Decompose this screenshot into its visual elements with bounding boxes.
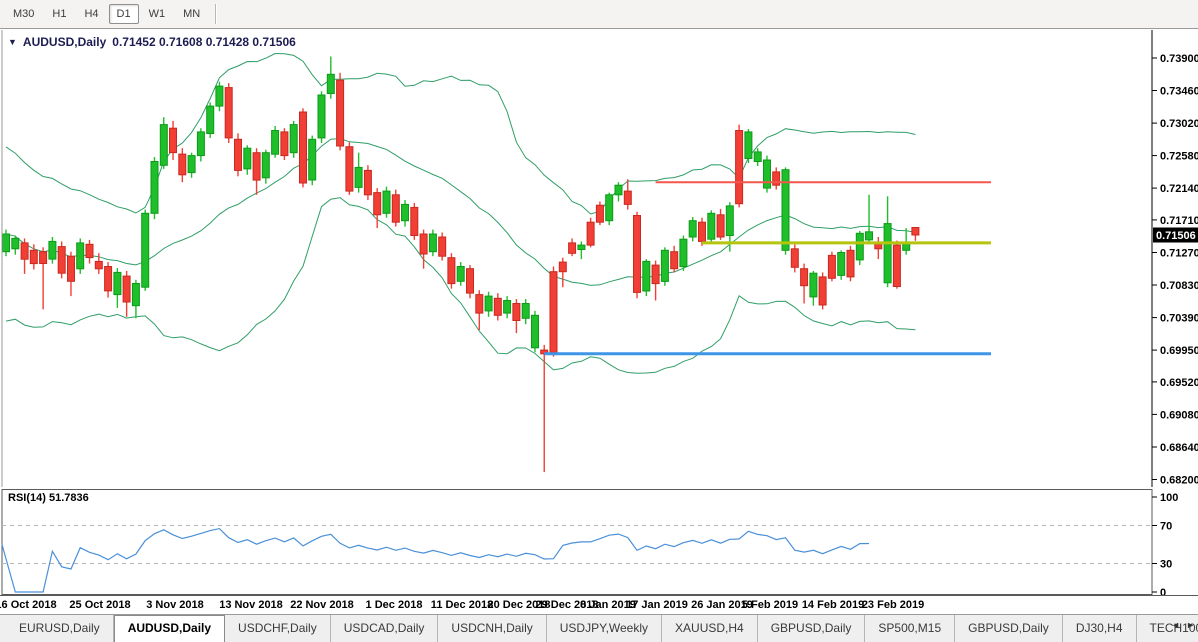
chart-tab-usdjpy-5[interactable]: USDJPY,Weekly xyxy=(547,615,663,642)
current-price-badge: 0.71506 xyxy=(1153,227,1198,243)
svg-text:0.68640: 0.68640 xyxy=(1160,442,1198,454)
svg-text:0.69080: 0.69080 xyxy=(1160,409,1198,421)
timeframe-button-d1[interactable]: D1 xyxy=(108,4,139,24)
chart-tab-gbpusd-9[interactable]: GBPUSD,Daily xyxy=(955,615,1063,642)
price-axis: 0.73900 0.73460 0.73020 0.72580 0.72140 0.717… xyxy=(1,30,1198,487)
svg-text:0.73020: 0.73020 xyxy=(1160,118,1198,130)
svg-text:0.71270: 0.71270 xyxy=(1160,248,1198,260)
chart-tab-dj30-10[interactable]: DJ30,H4 xyxy=(1063,615,1137,642)
time-axis-label: 11 Dec 2018 xyxy=(430,599,494,611)
chart-symbol-label: AUDUSD,Daily xyxy=(22,35,107,49)
time-axis-label: 3 Nov 2018 xyxy=(146,599,204,611)
main-price-chart[interactable]: 0.73900 0.73460 0.73020 0.72580 0.72140 0.717… xyxy=(0,30,1198,488)
svg-text:30: 30 xyxy=(1160,559,1172,571)
svg-text:0.70830: 0.70830 xyxy=(1160,280,1198,292)
chart-tab-usdchf-2[interactable]: USDCHF,Daily xyxy=(225,615,331,642)
chart-tab-gbpusd-7[interactable]: GBPUSD,Daily xyxy=(758,615,866,642)
time-axis-label: 13 Nov 2018 xyxy=(219,599,283,611)
svg-text:0.70390: 0.70390 xyxy=(1160,313,1198,325)
tab-scroll-right-icon[interactable]: ► xyxy=(1186,620,1195,630)
chart-tab-sp500-8[interactable]: SP500,M15 xyxy=(865,615,956,642)
svg-text:0.71710: 0.71710 xyxy=(1160,215,1198,227)
timeframe-button-m30[interactable]: M30 xyxy=(5,4,42,24)
time-axis-label: 16 Oct 2018 xyxy=(0,599,57,611)
time-axis-label: 5 Feb 2019 xyxy=(741,599,799,611)
svg-text:0.72580: 0.72580 xyxy=(1160,151,1198,163)
svg-text:0: 0 xyxy=(1160,587,1166,595)
rsi-axis: 100 70 30 0 xyxy=(1152,492,1178,595)
rsi-indicator-panel[interactable]: 100 70 30 0 xyxy=(0,489,1198,595)
chart-tab-usdcad-3[interactable]: USDCAD,Daily xyxy=(331,615,439,642)
svg-text:0.68200: 0.68200 xyxy=(1160,475,1198,487)
toolbar-separator xyxy=(215,4,218,24)
timeframe-toolbar: M30 H1 H4 D1 W1 MN xyxy=(0,0,1198,29)
rsi-line xyxy=(1,527,870,593)
chart-tab-eurusd-0[interactable]: EURUSD,Daily xyxy=(6,615,114,642)
chart-tab-bar: EURUSD,Daily AUDUSD,Daily USDCHF,Daily USDC… xyxy=(0,614,1198,642)
svg-text:0.73460: 0.73460 xyxy=(1160,86,1198,98)
rsi-canvas[interactable]: 100 70 30 0 xyxy=(0,489,1198,595)
time-axis-label: 17 Jan 2019 xyxy=(626,599,688,611)
svg-text:0.69520: 0.69520 xyxy=(1160,377,1198,389)
svg-text:70: 70 xyxy=(1160,521,1172,533)
time-axis-label: 14 Feb 2019 xyxy=(801,599,865,611)
time-axis: 16 Oct 2018 25 Oct 2018 3 Nov 2018 13 Nov 2… xyxy=(0,595,1198,615)
svg-text:0.69950: 0.69950 xyxy=(1160,345,1198,357)
svg-text:100: 100 xyxy=(1160,492,1178,504)
chart-dropdown-icon[interactable]: ▼ xyxy=(8,37,17,47)
svg-text:0.73900: 0.73900 xyxy=(1160,53,1198,65)
rsi-indicator-label: RSI(14) 51.7836 xyxy=(8,492,89,504)
time-axis-label: 1 Dec 2018 xyxy=(365,599,423,611)
timeframe-button-h4[interactable]: H4 xyxy=(76,4,106,24)
chart-tab-xauusd-6[interactable]: XAUUSD,H4 xyxy=(662,615,758,642)
chart-title-overlay: ▼ AUDUSD,Daily 0.71452 0.71608 0.71428 0… xyxy=(8,35,296,49)
trading-app-window: M30 H1 H4 D1 W1 MN 0.73900 0.73460 0.73020 0.725… xyxy=(0,0,1198,642)
time-axis-label: 22 Nov 2018 xyxy=(290,599,354,611)
chart-ohlc-values: 0.71452 0.71608 0.71428 0.71506 xyxy=(112,35,296,49)
timeframe-button-mn[interactable]: MN xyxy=(175,4,208,24)
timeframe-button-w1[interactable]: W1 xyxy=(141,4,174,24)
time-axis-label: 23 Feb 2019 xyxy=(861,599,925,611)
svg-text:0.71506: 0.71506 xyxy=(1156,230,1196,242)
tab-scroll-controls: ◄ ► xyxy=(1171,620,1195,630)
timeframe-button-h1[interactable]: H1 xyxy=(44,4,74,24)
svg-text:0.72140: 0.72140 xyxy=(1160,183,1198,195)
candlestick-series xyxy=(2,56,920,473)
chart-tab-audusd-1[interactable]: AUDUSD,Daily xyxy=(113,615,226,642)
tab-scroll-left-icon[interactable]: ◄ xyxy=(1171,620,1180,630)
time-axis-label: 25 Oct 2018 xyxy=(69,599,131,611)
chart-tab-usdcnh-4[interactable]: USDCNH,Daily xyxy=(438,615,547,642)
main-chart-canvas[interactable]: 0.73900 0.73460 0.73020 0.72580 0.72140 0.717… xyxy=(0,30,1198,487)
